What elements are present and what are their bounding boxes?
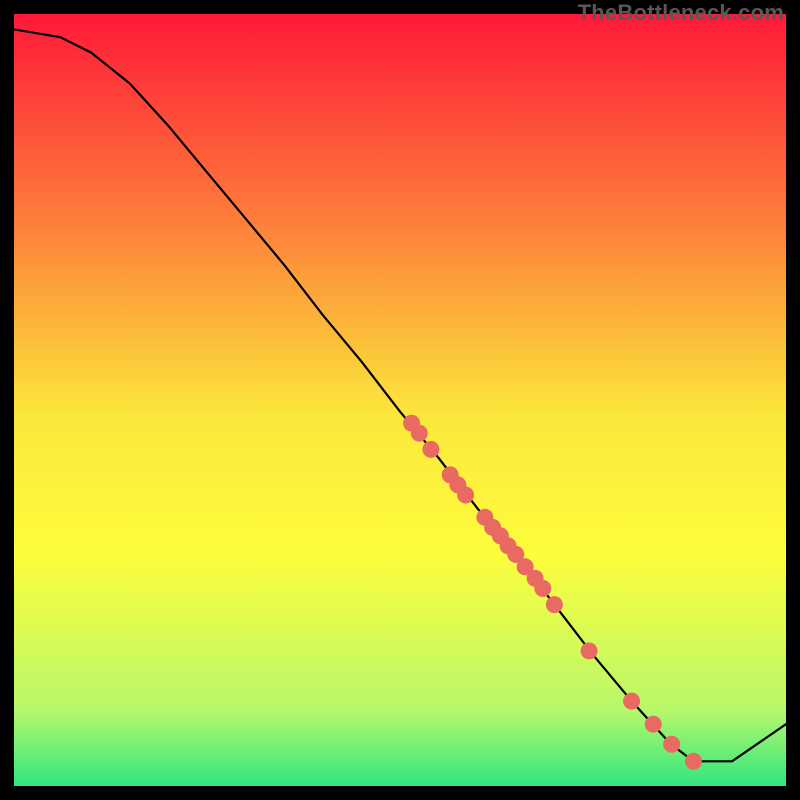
data-point: [645, 716, 662, 733]
data-point: [411, 425, 428, 442]
attribution-text: TheBottleneck.com: [578, 0, 784, 26]
data-point: [685, 753, 702, 770]
data-point: [422, 441, 439, 458]
plot-area: [14, 14, 786, 786]
chart-frame: TheBottleneck.com: [0, 0, 800, 800]
data-point: [546, 596, 563, 613]
data-point: [663, 736, 680, 753]
gradient-bg: [14, 14, 786, 786]
chart-svg: [14, 14, 786, 786]
data-point: [457, 487, 474, 504]
data-point: [534, 580, 551, 597]
data-point: [581, 642, 598, 659]
data-point: [623, 693, 640, 710]
